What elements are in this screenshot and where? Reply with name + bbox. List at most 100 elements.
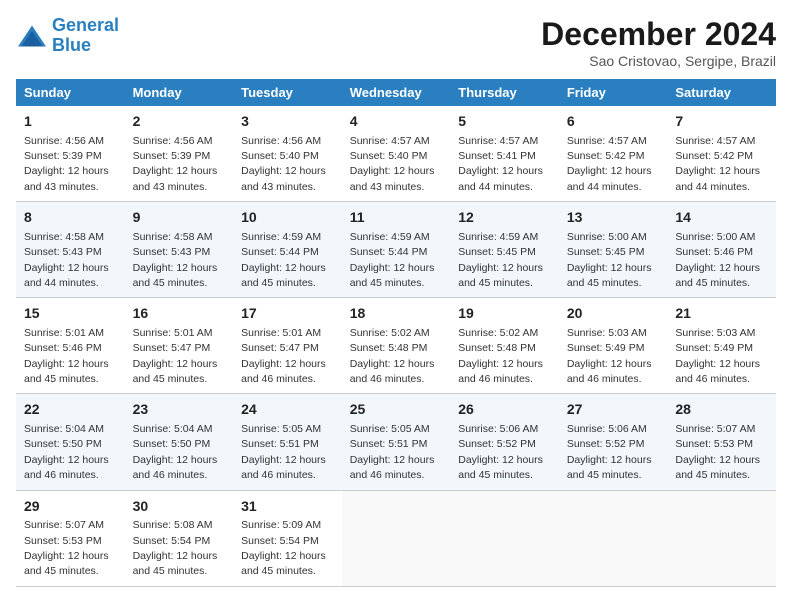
calendar-day-cell: 23 Sunrise: 5:04 AMSunset: 5:50 PMDaylig… [125,394,234,490]
day-info: Sunrise: 5:04 AMSunset: 5:50 PMDaylight:… [133,423,218,481]
day-number: 3 [241,112,334,132]
day-number: 31 [241,497,334,517]
day-number: 24 [241,400,334,420]
day-info: Sunrise: 4:57 AMSunset: 5:40 PMDaylight:… [350,135,435,193]
day-info: Sunrise: 5:08 AMSunset: 5:54 PMDaylight:… [133,519,218,577]
calendar-week-row: 15 Sunrise: 5:01 AMSunset: 5:46 PMDaylig… [16,298,776,394]
logo-text: General Blue [52,16,119,56]
day-info: Sunrise: 4:58 AMSunset: 5:43 PMDaylight:… [24,231,109,289]
calendar-day-cell [667,490,776,586]
day-info: Sunrise: 5:06 AMSunset: 5:52 PMDaylight:… [567,423,652,481]
calendar-week-row: 22 Sunrise: 5:04 AMSunset: 5:50 PMDaylig… [16,394,776,490]
calendar-day-cell: 29 Sunrise: 5:07 AMSunset: 5:53 PMDaylig… [16,490,125,586]
day-of-week-header: Tuesday [233,79,342,106]
day-info: Sunrise: 5:01 AMSunset: 5:46 PMDaylight:… [24,327,109,385]
title-block: December 2024 Sao Cristovao, Sergipe, Br… [541,16,776,69]
day-number: 15 [24,304,117,324]
calendar-day-cell: 17 Sunrise: 5:01 AMSunset: 5:47 PMDaylig… [233,298,342,394]
day-info: Sunrise: 4:58 AMSunset: 5:43 PMDaylight:… [133,231,218,289]
day-number: 12 [458,208,551,228]
logo: General Blue [16,16,119,56]
day-number: 26 [458,400,551,420]
calendar-day-cell: 7 Sunrise: 4:57 AMSunset: 5:42 PMDayligh… [667,106,776,202]
day-number: 11 [350,208,443,228]
day-info: Sunrise: 5:05 AMSunset: 5:51 PMDaylight:… [241,423,326,481]
day-info: Sunrise: 4:56 AMSunset: 5:39 PMDaylight:… [133,135,218,193]
day-number: 2 [133,112,226,132]
calendar-day-cell: 9 Sunrise: 4:58 AMSunset: 5:43 PMDayligh… [125,202,234,298]
calendar-day-cell: 30 Sunrise: 5:08 AMSunset: 5:54 PMDaylig… [125,490,234,586]
calendar-day-cell: 28 Sunrise: 5:07 AMSunset: 5:53 PMDaylig… [667,394,776,490]
calendar-day-cell: 18 Sunrise: 5:02 AMSunset: 5:48 PMDaylig… [342,298,451,394]
day-number: 6 [567,112,660,132]
calendar-day-cell: 2 Sunrise: 4:56 AMSunset: 5:39 PMDayligh… [125,106,234,202]
day-info: Sunrise: 5:04 AMSunset: 5:50 PMDaylight:… [24,423,109,481]
day-number: 16 [133,304,226,324]
calendar-day-cell: 27 Sunrise: 5:06 AMSunset: 5:52 PMDaylig… [559,394,668,490]
day-info: Sunrise: 4:57 AMSunset: 5:41 PMDaylight:… [458,135,543,193]
day-number: 30 [133,497,226,517]
day-info: Sunrise: 4:59 AMSunset: 5:45 PMDaylight:… [458,231,543,289]
calendar-day-cell: 15 Sunrise: 5:01 AMSunset: 5:46 PMDaylig… [16,298,125,394]
day-info: Sunrise: 5:02 AMSunset: 5:48 PMDaylight:… [458,327,543,385]
day-number: 14 [675,208,768,228]
calendar-week-row: 8 Sunrise: 4:58 AMSunset: 5:43 PMDayligh… [16,202,776,298]
day-info: Sunrise: 4:56 AMSunset: 5:39 PMDaylight:… [24,135,109,193]
day-number: 17 [241,304,334,324]
day-info: Sunrise: 5:03 AMSunset: 5:49 PMDaylight:… [567,327,652,385]
calendar-day-cell: 3 Sunrise: 4:56 AMSunset: 5:40 PMDayligh… [233,106,342,202]
day-of-week-header: Wednesday [342,79,451,106]
calendar-week-row: 29 Sunrise: 5:07 AMSunset: 5:53 PMDaylig… [16,490,776,586]
calendar-day-cell: 11 Sunrise: 4:59 AMSunset: 5:44 PMDaylig… [342,202,451,298]
day-info: Sunrise: 5:01 AMSunset: 5:47 PMDaylight:… [241,327,326,385]
calendar-day-cell [342,490,451,586]
day-info: Sunrise: 5:01 AMSunset: 5:47 PMDaylight:… [133,327,218,385]
calendar-day-cell: 8 Sunrise: 4:58 AMSunset: 5:43 PMDayligh… [16,202,125,298]
calendar-day-cell: 20 Sunrise: 5:03 AMSunset: 5:49 PMDaylig… [559,298,668,394]
day-info: Sunrise: 4:57 AMSunset: 5:42 PMDaylight:… [675,135,760,193]
day-number: 8 [24,208,117,228]
day-number: 1 [24,112,117,132]
calendar-day-cell: 1 Sunrise: 4:56 AMSunset: 5:39 PMDayligh… [16,106,125,202]
calendar-day-cell: 4 Sunrise: 4:57 AMSunset: 5:40 PMDayligh… [342,106,451,202]
day-info: Sunrise: 5:05 AMSunset: 5:51 PMDaylight:… [350,423,435,481]
day-info: Sunrise: 5:03 AMSunset: 5:49 PMDaylight:… [675,327,760,385]
calendar-day-cell: 14 Sunrise: 5:00 AMSunset: 5:46 PMDaylig… [667,202,776,298]
day-info: Sunrise: 5:06 AMSunset: 5:52 PMDaylight:… [458,423,543,481]
day-info: Sunrise: 5:07 AMSunset: 5:53 PMDaylight:… [24,519,109,577]
day-number: 28 [675,400,768,420]
calendar-week-row: 1 Sunrise: 4:56 AMSunset: 5:39 PMDayligh… [16,106,776,202]
calendar-day-cell: 19 Sunrise: 5:02 AMSunset: 5:48 PMDaylig… [450,298,559,394]
day-of-week-header: Saturday [667,79,776,106]
day-number: 9 [133,208,226,228]
calendar-day-cell: 24 Sunrise: 5:05 AMSunset: 5:51 PMDaylig… [233,394,342,490]
day-number: 7 [675,112,768,132]
day-of-week-header: Sunday [16,79,125,106]
calendar-day-cell: 21 Sunrise: 5:03 AMSunset: 5:49 PMDaylig… [667,298,776,394]
day-of-week-header: Monday [125,79,234,106]
day-info: Sunrise: 5:00 AMSunset: 5:45 PMDaylight:… [567,231,652,289]
day-info: Sunrise: 5:07 AMSunset: 5:53 PMDaylight:… [675,423,760,481]
day-number: 13 [567,208,660,228]
calendar-day-cell: 25 Sunrise: 5:05 AMSunset: 5:51 PMDaylig… [342,394,451,490]
logo-icon [16,22,48,50]
calendar-day-cell: 10 Sunrise: 4:59 AMSunset: 5:44 PMDaylig… [233,202,342,298]
calendar-day-cell: 31 Sunrise: 5:09 AMSunset: 5:54 PMDaylig… [233,490,342,586]
day-number: 18 [350,304,443,324]
calendar-table: SundayMondayTuesdayWednesdayThursdayFrid… [16,79,776,587]
day-info: Sunrise: 5:02 AMSunset: 5:48 PMDaylight:… [350,327,435,385]
calendar-day-cell: 16 Sunrise: 5:01 AMSunset: 5:47 PMDaylig… [125,298,234,394]
day-number: 4 [350,112,443,132]
day-number: 23 [133,400,226,420]
day-of-week-header: Thursday [450,79,559,106]
day-info: Sunrise: 4:57 AMSunset: 5:42 PMDaylight:… [567,135,652,193]
day-info: Sunrise: 5:00 AMSunset: 5:46 PMDaylight:… [675,231,760,289]
calendar-day-cell [559,490,668,586]
day-info: Sunrise: 4:59 AMSunset: 5:44 PMDaylight:… [350,231,435,289]
day-number: 21 [675,304,768,324]
page-header: General Blue December 2024 Sao Cristovao… [16,16,776,69]
day-number: 20 [567,304,660,324]
day-number: 10 [241,208,334,228]
calendar-day-cell [450,490,559,586]
calendar-header-row: SundayMondayTuesdayWednesdayThursdayFrid… [16,79,776,106]
